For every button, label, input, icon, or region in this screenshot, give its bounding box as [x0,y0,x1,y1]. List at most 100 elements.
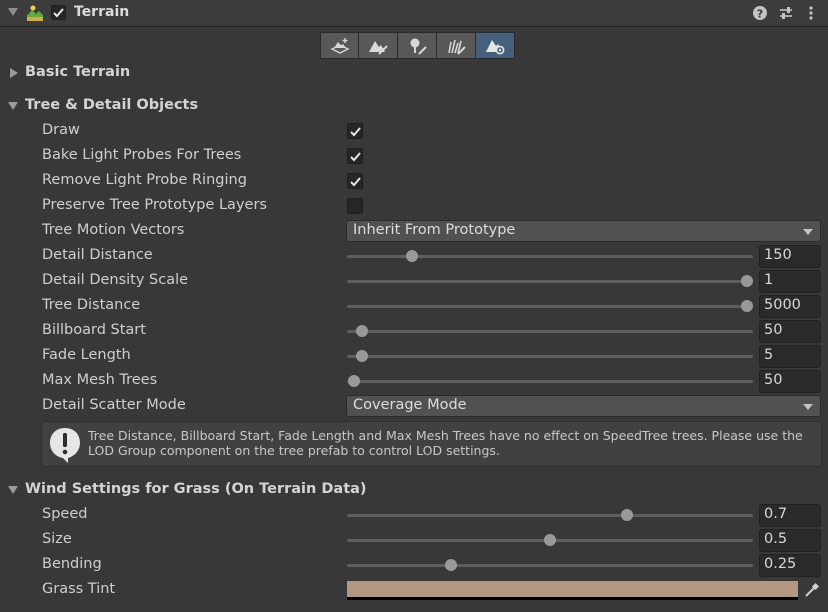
wind-settings-foldout[interactable]: Wind Settings for Grass (On Terrain Data… [25,481,367,497]
slider-thumb[interactable] [621,509,634,521]
tree-distance-slider[interactable] [347,300,753,312]
tool-paint-trees-button[interactable] [398,32,437,59]
terrain-paint-brush-icon [369,41,388,55]
grass-tint-label: Grass Tint [42,581,116,597]
terrain-tools-toolbar [320,32,517,59]
fade-length-slider[interactable] [347,350,753,362]
wind-speed-field[interactable]: 0.7 [759,504,821,527]
eyedropper-icon[interactable] [801,581,821,600]
terrain-icon [27,5,43,21]
component-header: Terrain ? [0,0,828,27]
billboard-start-field[interactable]: 50 [759,320,821,343]
billboard-start-label: Billboard Start [42,322,146,338]
slider-thumb[interactable] [348,375,361,387]
remove-ringing-row: Remove Light Probe Ringing [0,169,828,194]
tool-paint-terrain-button[interactable] [359,32,398,59]
detail-distance-label: Detail Distance [42,247,153,263]
detail-distance-row: Detail Distance 150 [0,244,828,269]
slider-thumb[interactable] [405,250,418,262]
wind-size-row: Size 0.5 [0,528,828,553]
basic-terrain-foldout[interactable]: Basic Terrain [25,64,130,80]
wind-size-label: Size [42,531,72,547]
tool-paint-details-button[interactable] [437,32,476,59]
max-mesh-trees-slider[interactable] [347,375,753,387]
checkmark-icon [53,8,64,18]
help-message: Tree Distance, Billboard Start, Fade Len… [88,428,803,458]
tree-distance-field[interactable]: 5000 [759,295,821,318]
max-mesh-trees-label: Max Mesh Trees [42,372,158,388]
tree-motion-vectors-dropdown[interactable]: Inherit From Prototype [346,220,821,242]
slider-thumb[interactable] [445,559,458,571]
slider-thumb[interactable] [740,275,753,287]
billboard-start-value: 50 [764,322,783,338]
slider-thumb[interactable] [740,300,753,312]
tree-motion-vectors-label: Tree Motion Vectors [42,222,185,238]
info-bubble-icon [50,428,80,463]
tree-distance-value: 5000 [764,297,801,313]
tree-distance-label: Tree Distance [42,297,141,313]
wind-speed-value: 0.7 [764,506,788,522]
wind-speed-slider[interactable] [347,509,753,521]
terrain-paint-add-icon [330,38,350,54]
slider-thumb[interactable] [355,325,368,337]
max-mesh-trees-row: Max Mesh Trees 50 [0,369,828,394]
slider-thumb[interactable] [356,350,369,362]
detail-density-field[interactable]: 1 [759,270,821,293]
speedtree-help-box: Tree Distance, Billboard Start, Fade Len… [41,421,822,467]
tool-terrain-settings-button[interactable] [476,32,515,59]
wind-size-slider[interactable] [347,534,753,546]
remove-ringing-checkbox[interactable] [347,173,363,189]
wind-size-field[interactable]: 0.5 [759,529,821,552]
tree-motion-vectors-row: Tree Motion Vectors Inherit From Prototy… [0,219,828,244]
component-enabled-checkbox[interactable] [51,5,66,20]
wind-bending-field[interactable]: 0.25 [759,554,821,577]
bake-light-probes-row: Bake Light Probes For Trees [0,144,828,169]
detail-density-value: 1 [764,272,774,288]
detail-scatter-mode-value: Coverage Mode [353,397,467,413]
checkmark-icon [350,127,361,137]
draw-checkbox[interactable] [347,123,363,139]
preserve-layers-checkbox[interactable] [347,198,363,214]
tree-detail-foldout[interactable]: Tree & Detail Objects [25,97,198,113]
grass-tint-row: Grass Tint [0,578,828,603]
draw-label: Draw [42,122,80,138]
fade-length-row: Fade Length 5 [0,344,828,369]
preserve-layers-label: Preserve Tree Prototype Layers [42,197,267,213]
billboard-start-row: Billboard Start 50 [0,319,828,344]
detail-scatter-mode-row: Detail Scatter Mode Coverage Mode [0,394,828,419]
billboard-start-slider[interactable] [347,325,753,337]
basic-terrain-foldout-arrow-icon[interactable] [10,68,18,78]
remove-ringing-label: Remove Light Probe Ringing [42,172,247,188]
wind-bending-slider[interactable] [347,559,753,571]
bake-light-probes-checkbox[interactable] [347,148,363,164]
terrain-settings-icon [486,40,505,55]
wind-size-value: 0.5 [764,531,788,547]
slider-thumb[interactable] [544,534,556,546]
detail-paint-icon [448,39,466,55]
kebab-menu-icon[interactable] [803,5,819,21]
detail-scatter-mode-dropdown[interactable]: Coverage Mode [346,395,821,417]
detail-distance-field[interactable]: 150 [759,245,821,268]
collapse-arrow-icon[interactable] [8,8,18,16]
detail-density-row: Detail Density Scale 1 [0,269,828,294]
wind-bending-value: 0.25 [764,556,797,572]
grass-tint-color-field[interactable] [347,581,798,600]
tree-distance-row: Tree Distance 5000 [0,294,828,319]
max-mesh-trees-value: 50 [764,372,783,388]
fade-length-field[interactable]: 5 [759,345,821,368]
detail-density-slider[interactable] [347,275,753,287]
draw-row: Draw [0,119,828,144]
max-mesh-trees-field[interactable]: 50 [759,370,821,393]
detail-density-label: Detail Density Scale [42,272,189,288]
wind-settings-foldout-arrow-icon[interactable] [8,486,18,494]
preset-sliders-icon[interactable] [778,5,794,21]
detail-distance-slider[interactable] [347,250,753,262]
svg-text:?: ? [757,8,763,21]
tool-create-neighbor-button[interactable] [320,32,359,59]
detail-scatter-mode-label: Detail Scatter Mode [42,397,186,413]
tree-detail-foldout-arrow-icon[interactable] [8,102,18,110]
help-icon[interactable]: ? [752,5,768,21]
wind-speed-row: Speed 0.7 [0,503,828,528]
component-title: Terrain [74,4,130,20]
tree-motion-vectors-value: Inherit From Prototype [353,222,516,238]
